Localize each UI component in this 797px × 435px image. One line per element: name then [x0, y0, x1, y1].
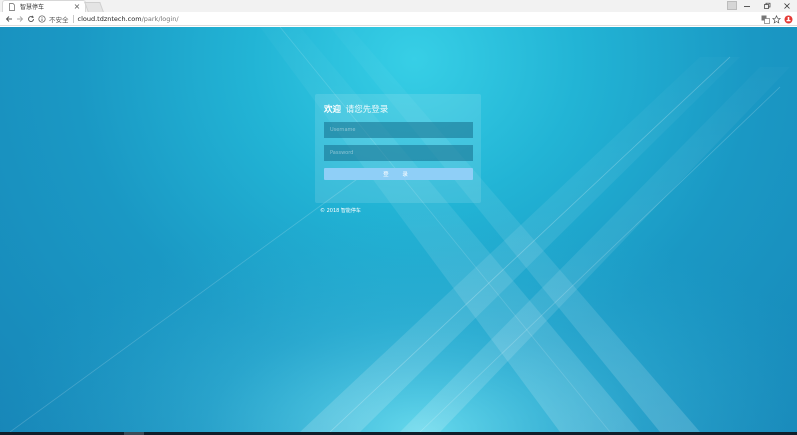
page-icon [8, 2, 16, 11]
login-button[interactable]: 登 录 [324, 168, 473, 180]
bookmark-button[interactable] [771, 14, 781, 24]
back-button[interactable] [4, 14, 14, 24]
close-icon[interactable]: × [73, 2, 81, 11]
close-window-button[interactable] [777, 0, 797, 12]
arrow-left-icon [5, 16, 12, 22]
translate-button[interactable] [760, 14, 770, 24]
url-path: /park/login/ [141, 15, 179, 23]
new-tab-button[interactable] [84, 2, 104, 12]
background-light-rays [0, 27, 797, 432]
copyright-text: © 2018 智能停车 [320, 208, 361, 214]
restore-button[interactable] [757, 0, 777, 12]
username-input[interactable] [324, 122, 473, 138]
window-controls [737, 0, 797, 12]
security-label[interactable]: 不安全 [49, 14, 69, 24]
browser-tab[interactable]: 智慧停车 × [2, 0, 86, 12]
minimize-button[interactable] [737, 0, 757, 12]
user-profile-icon[interactable] [727, 1, 737, 10]
reload-button[interactable] [26, 14, 36, 24]
browser-toolbar: 不安全 cloud.tdzntech.com /park/login/ [0, 12, 797, 26]
address-separator [72, 15, 74, 23]
restore-icon [764, 2, 771, 9]
login-card: 欢迎 请您先登录 登 录 [315, 94, 481, 203]
extension-button[interactable] [783, 14, 793, 24]
reload-icon [28, 15, 35, 22]
arrow-right-icon [17, 16, 24, 22]
address-bar[interactable]: 不安全 cloud.tdzntech.com /park/login/ [38, 13, 756, 25]
minimize-icon [744, 6, 750, 7]
extension-icon [784, 15, 792, 23]
forward-button[interactable] [15, 14, 25, 24]
url-host: cloud.tdzntech.com [77, 15, 142, 23]
heading-welcome: 欢迎 [324, 105, 342, 115]
star-icon [771, 14, 781, 24]
translate-icon [761, 15, 770, 24]
info-icon[interactable] [38, 15, 46, 23]
heading-prompt: 请您先登录 [345, 105, 389, 115]
tab-title: 智慧停车 [20, 4, 45, 11]
password-input[interactable] [324, 145, 473, 161]
close-window-icon [784, 3, 790, 9]
tab-strip: 智慧停车 × [0, 0, 797, 12]
login-page: 欢迎 请您先登录 登 录 © 2018 智能停车 [0, 27, 797, 432]
login-heading: 欢迎 请您先登录 [324, 103, 388, 115]
